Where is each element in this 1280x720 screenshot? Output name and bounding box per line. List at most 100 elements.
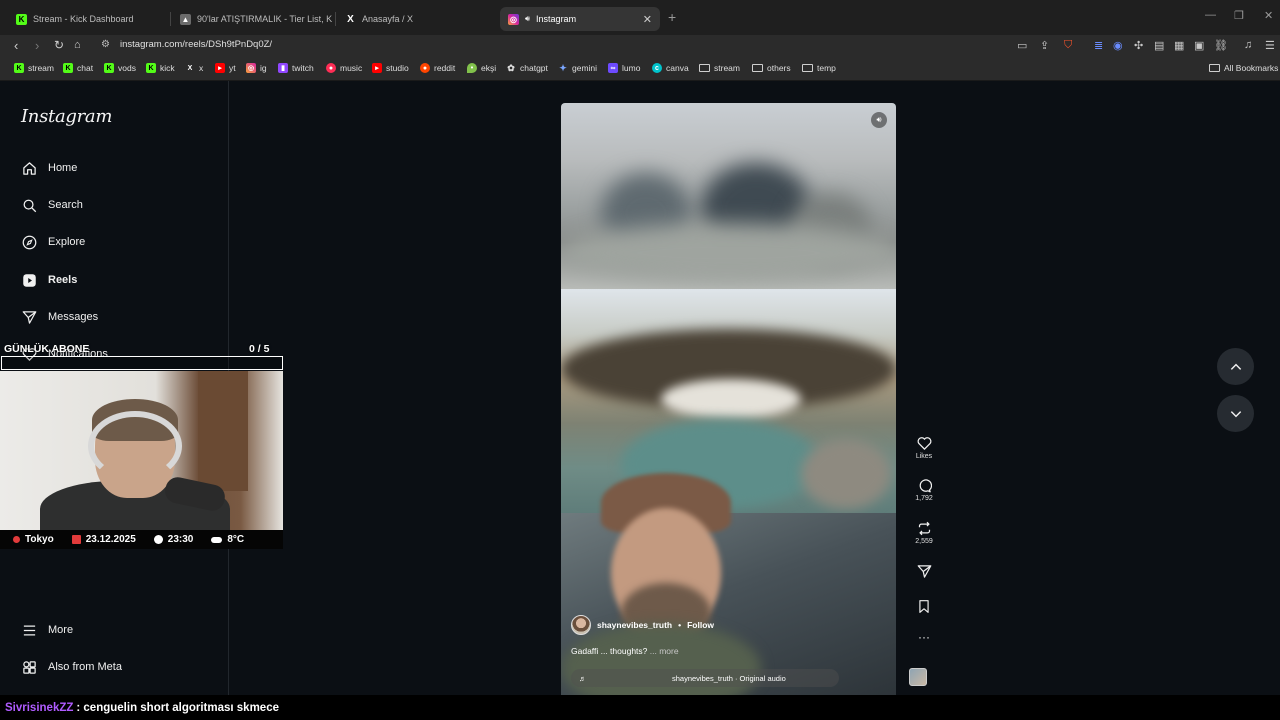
bookmark-reddit[interactable]: ● reddit [420,63,455,73]
heart-icon [906,436,942,451]
menu-icon[interactable]: ☰ [1265,39,1275,52]
nav-more[interactable]: More [21,620,73,640]
bookmark-x[interactable]: Xx [185,63,204,73]
location-pin-icon [13,536,20,543]
follow-button[interactable]: Follow [687,620,714,630]
save-button[interactable] [906,599,942,616]
reel-author: shaynevibes_truth • Follow [571,615,714,635]
folder-icon [752,64,763,72]
tab-x-home[interactable]: X Anasayfa / X [337,7,497,31]
bookmark-yt[interactable]: ▸ yt [215,63,236,73]
reel-blurred-top [561,103,896,289]
caption-more-link[interactable]: ... more [650,646,679,656]
bookmark-folder-others[interactable]: others [752,63,791,73]
author-avatar[interactable] [571,615,591,635]
tab-instagram[interactable]: ◎ 🔊︎ Instagram ✕ [500,7,660,31]
maximize-button[interactable]: ❐ [1234,9,1244,22]
repost-icon [906,521,942,536]
home-icon[interactable]: ⌂ [74,39,81,51]
bookmark-music[interactable]: ● music [326,63,362,73]
audio-cover-avatar[interactable] [909,668,927,686]
chevron-down-icon [1230,410,1241,417]
new-tab-button[interactable]: + [668,9,676,25]
bookmark-vods[interactable]: Kvods [104,63,136,73]
music-icon[interactable]: ♫ [1244,39,1252,51]
chevron-up-icon [1230,363,1241,370]
back-icon[interactable]: ‹ [14,38,18,53]
chat-ticker: SivrisinekZZ : cenguelin short algoritma… [0,695,1280,720]
sidebar-icon[interactable]: ▤ [1154,39,1164,52]
meta-apps-icon [21,659,37,675]
more-options-button[interactable]: ··· [906,630,942,646]
author-username[interactable]: shaynevibes_truth [597,620,672,630]
nav-home[interactable]: Home [21,158,77,178]
brave-shield-icon[interactable]: ⛉ [1064,39,1072,52]
tab-title: Instagram [536,14,577,24]
x-icon: X [347,13,354,25]
forward-icon[interactable]: › [35,38,39,53]
url-field[interactable]: instagram.com/reels/DSh9tPnDq0Z/ [120,39,272,50]
bookmark-twitch[interactable]: ▮ twitch [278,63,314,73]
kick-icon: K [104,63,114,73]
folder-icon [802,64,813,72]
chat-username: SivrisinekZZ [5,701,74,714]
comment-button[interactable]: 1,792 [906,478,942,502]
minimize-button[interactable]: — [1205,9,1216,21]
bookmark-canva[interactable]: c canva [652,63,689,73]
share-icon[interactable]: ⇪ [1040,39,1049,52]
bookmark-folder-stream[interactable]: stream [699,63,740,73]
bookmark-gemini[interactable]: ✦ gemini [558,63,597,74]
bookmark-kick[interactable]: Kkick [146,63,175,73]
bookmarks-bar: Kstream Kchat Kvods Kkick Xx ▸ yt ◎ ig ▮ tw… [0,57,1280,81]
close-tab-icon[interactable]: ✕ [643,13,652,26]
reel-audio[interactable]: ♬ shaynevibes_truth · Original audio [571,669,839,687]
home-icon [21,160,37,176]
address-toolbar: ‹ › ↻ ⌂ ⚙︎ instagram.com/reels/DSh9tPnDq… [0,35,1280,57]
reload-icon[interactable]: ↻ [54,38,64,52]
bookmark-chatgpt[interactable]: ✿ chatgpt [506,63,548,74]
nav-search[interactable]: Search [21,195,83,215]
extensions-icon[interactable]: ✣ [1134,39,1143,52]
instagram-logo[interactable]: Instagram [21,106,112,127]
tab-kick-dashboard[interactable]: K Stream - Kick Dashboard [8,7,168,31]
bookmark-lumo[interactable]: ∞ lumo [608,63,640,73]
translate-icon[interactable]: ≣ [1094,39,1103,52]
wallet-icon[interactable]: ▣ [1194,39,1204,52]
instagram-icon: ◎ [246,63,256,73]
reading-list-icon[interactable]: ▦ [1174,39,1184,52]
tab-tierlist[interactable]: ▲ 90'lar ATIŞTIRMALIK - Tier List, Kör S… [172,7,332,31]
cloud-icon [211,536,223,543]
date: 23.12.2025 [71,534,136,545]
bookmark-studio[interactable]: ▸ studio [372,63,409,73]
nav-explore[interactable]: Explore [21,232,85,252]
bookmark-eksi[interactable]: • ekşi [467,63,496,73]
share-button[interactable] [906,564,942,581]
nav-messages[interactable]: Messages [21,307,98,327]
cast-icon[interactable]: ▭ [1017,39,1027,52]
site-settings-icon[interactable]: ⚙︎ [101,39,110,50]
volume-icon[interactable]: 🔊︎ [871,112,887,128]
clock-icon [153,535,163,544]
nav-also-from-meta[interactable]: Also from Meta [21,657,122,677]
bookmark-chat[interactable]: Kchat [63,63,93,73]
comments-count: 1,792 [915,495,933,502]
previous-reel-button[interactable] [1217,348,1254,385]
youtube-studio-icon: ▸ [372,63,382,73]
bookmark-folder-temp[interactable]: temp [802,63,836,73]
stream-info-strip: Tokyo 23.12.2025 23:30 8°C [0,530,283,549]
instagram-icon: ◎ [508,13,519,25]
repost-button[interactable]: 2,559 [906,521,942,545]
audio-icon[interactable]: ◉ [1113,39,1123,52]
like-button[interactable]: Likes [906,436,942,460]
comment-icon [906,478,942,493]
reel-video[interactable]: 🔊︎ shaynevibes_truth • Follow Gadaffi ..… [561,103,896,695]
next-reel-button[interactable] [1217,395,1254,432]
bookmark-stream[interactable]: Kstream [14,63,54,73]
nav-reels[interactable]: Reels [21,270,77,290]
link-icon[interactable]: ⛓︎ [1214,39,1228,52]
close-window-button[interactable]: ✕ [1264,9,1273,22]
kick-icon: K [14,63,24,73]
speaker-icon: 🔊︎ [525,14,531,23]
all-bookmarks[interactable]: All Bookmarks [1209,63,1278,73]
bookmark-ig[interactable]: ◎ ig [246,63,267,73]
